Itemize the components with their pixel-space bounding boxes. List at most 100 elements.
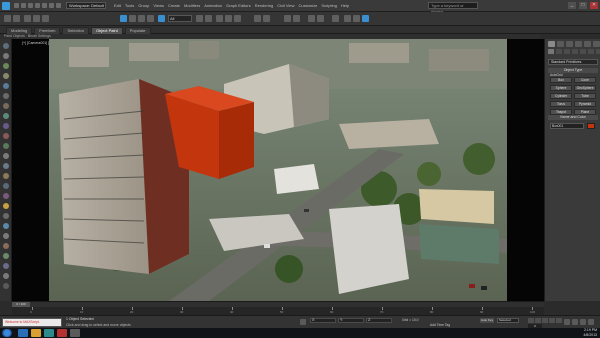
lock-selection-icon[interactable] bbox=[300, 319, 306, 325]
orbit-icon[interactable] bbox=[580, 319, 586, 325]
project-folder-icon[interactable] bbox=[49, 3, 54, 8]
camera-icon[interactable] bbox=[3, 83, 9, 89]
go-to-end-icon[interactable] bbox=[556, 318, 562, 323]
group-icon[interactable] bbox=[3, 153, 9, 159]
menu-item-animation[interactable]: Animation bbox=[204, 2, 222, 9]
geometry-icon[interactable] bbox=[3, 113, 9, 119]
open-file-icon[interactable] bbox=[21, 3, 26, 8]
rendered-frame-window-icon[interactable] bbox=[353, 15, 360, 22]
new-file-icon[interactable] bbox=[14, 3, 19, 8]
trackbar[interactable]: 0 10 20 30 40 50 60 70 80 90 100 bbox=[12, 307, 544, 315]
system-clock[interactable]: 2:19 PM 4/8/2013 bbox=[583, 328, 597, 338]
maxscript-listener[interactable]: Welcome to MAXScript. bbox=[2, 318, 62, 327]
close-button[interactable]: ✕ bbox=[590, 2, 598, 9]
3dsmax-taskbar-icon[interactable] bbox=[44, 329, 54, 337]
coord-z-field[interactable]: Z: bbox=[366, 318, 392, 323]
angle-snap-icon[interactable] bbox=[225, 15, 232, 22]
workspace-dropdown[interactable]: Workspace: Default bbox=[66, 2, 106, 9]
shape-icon[interactable] bbox=[3, 123, 9, 129]
layer-icon[interactable] bbox=[56, 3, 61, 8]
graphite-ribbon-icon[interactable] bbox=[293, 15, 300, 22]
invert-selection-icon[interactable] bbox=[3, 283, 9, 289]
auto-key-button[interactable]: Auto Key bbox=[480, 318, 494, 323]
motion-tab-icon[interactable] bbox=[575, 41, 582, 47]
display-tab-icon[interactable] bbox=[584, 41, 591, 47]
menu-item-rendering[interactable]: Rendering bbox=[255, 2, 273, 9]
select-by-name-icon[interactable] bbox=[129, 15, 136, 22]
display-icon[interactable] bbox=[3, 53, 9, 59]
menu-item-graph-editors[interactable]: Graph Editors bbox=[226, 2, 251, 9]
select-object-icon[interactable] bbox=[120, 15, 127, 22]
save-file-icon[interactable] bbox=[28, 3, 33, 8]
create-sphere-button[interactable]: Sphere bbox=[550, 85, 572, 91]
window-crossing-icon[interactable] bbox=[147, 15, 154, 22]
hidden-icon[interactable] bbox=[3, 213, 9, 219]
add-time-tag-button[interactable]: Add Time Tag bbox=[430, 323, 450, 327]
minimize-button[interactable]: _ bbox=[568, 2, 576, 9]
maximize-button[interactable]: □ bbox=[579, 2, 587, 9]
undo-icon[interactable] bbox=[4, 15, 11, 22]
curve-editor-icon[interactable] bbox=[308, 15, 315, 22]
scene-explorer-icon[interactable] bbox=[3, 43, 9, 49]
children-icon[interactable] bbox=[3, 233, 9, 239]
helper-icon[interactable] bbox=[3, 93, 9, 99]
highlight-icon[interactable] bbox=[3, 203, 9, 209]
align-icon[interactable] bbox=[263, 15, 270, 22]
select-none-icon[interactable] bbox=[3, 273, 9, 279]
lights-icon[interactable] bbox=[564, 49, 570, 54]
folder-taskbar-icon[interactable] bbox=[31, 329, 41, 337]
utilities-tab-icon[interactable] bbox=[593, 41, 600, 47]
create-cone-button[interactable]: Cone bbox=[574, 77, 596, 83]
primitive-type-dropdown[interactable]: Standard Primitives bbox=[548, 59, 598, 65]
create-geosphere-button[interactable]: GeoSphere bbox=[574, 85, 596, 91]
spacewarp-icon[interactable] bbox=[3, 133, 9, 139]
viewport-camera[interactable]: [+] [Camera001] [Realistic] bbox=[12, 39, 544, 301]
shapes-icon[interactable] bbox=[556, 49, 562, 54]
play-icon[interactable] bbox=[542, 318, 548, 323]
influence-icon[interactable] bbox=[3, 253, 9, 259]
coord-y-field[interactable]: Y: bbox=[338, 318, 364, 323]
systems-icon[interactable] bbox=[596, 49, 600, 54]
modifier-icon[interactable] bbox=[3, 243, 9, 249]
rectangular-selection-icon[interactable] bbox=[138, 15, 145, 22]
create-tab-icon[interactable] bbox=[548, 41, 555, 47]
app-taskbar-icon[interactable] bbox=[57, 329, 67, 337]
select-move-icon[interactable] bbox=[158, 15, 165, 22]
create-box-button[interactable]: Box bbox=[550, 77, 572, 83]
zoom-icon[interactable] bbox=[564, 319, 570, 325]
menu-item-views[interactable]: Views bbox=[153, 2, 164, 9]
menu-item-civil-view[interactable]: Civil View bbox=[277, 2, 294, 9]
menu-item-scripting[interactable]: Scripting bbox=[321, 2, 337, 9]
snaps-toggle-icon[interactable] bbox=[216, 15, 223, 22]
selection-filter-dropdown[interactable]: All bbox=[168, 15, 192, 22]
coord-x-field[interactable]: X: bbox=[310, 318, 336, 323]
cameras-icon[interactable] bbox=[572, 49, 578, 54]
menu-item-create[interactable]: Create bbox=[168, 2, 180, 9]
create-pyramid-button[interactable]: Pyramid bbox=[574, 101, 596, 107]
undo-icon[interactable] bbox=[35, 3, 40, 8]
particle-icon[interactable] bbox=[3, 173, 9, 179]
helpers-icon[interactable] bbox=[580, 49, 586, 54]
bone-icon[interactable] bbox=[3, 143, 9, 149]
schematic-view-icon[interactable] bbox=[317, 15, 324, 22]
sort-icon[interactable] bbox=[3, 63, 9, 69]
filter-icon[interactable] bbox=[3, 73, 9, 79]
key-filter-dropdown[interactable]: Selected bbox=[497, 318, 519, 323]
menu-item-edit[interactable]: Edit bbox=[114, 2, 121, 9]
layer-icon[interactable] bbox=[3, 183, 9, 189]
start-button-icon[interactable] bbox=[2, 329, 12, 337]
hierarchy-tab-icon[interactable] bbox=[566, 41, 573, 47]
create-cylinder-button[interactable]: Cylinder bbox=[550, 93, 572, 99]
percent-snap-icon[interactable] bbox=[234, 15, 241, 22]
app-logo-icon[interactable] bbox=[2, 2, 10, 10]
render-production-icon[interactable] bbox=[362, 15, 369, 22]
menu-item-group[interactable]: Group bbox=[138, 2, 149, 9]
search-input[interactable]: Type a keyword or phrase bbox=[428, 2, 478, 14]
geometry-icon[interactable] bbox=[548, 49, 554, 54]
link-icon[interactable] bbox=[24, 15, 31, 22]
render-setup-icon[interactable] bbox=[344, 15, 351, 22]
menu-item-help[interactable]: Help bbox=[341, 2, 349, 9]
bind-spacewarp-icon[interactable] bbox=[42, 15, 49, 22]
xref-icon[interactable] bbox=[3, 163, 9, 169]
menu-item-modifiers[interactable]: Modifiers bbox=[184, 2, 200, 9]
